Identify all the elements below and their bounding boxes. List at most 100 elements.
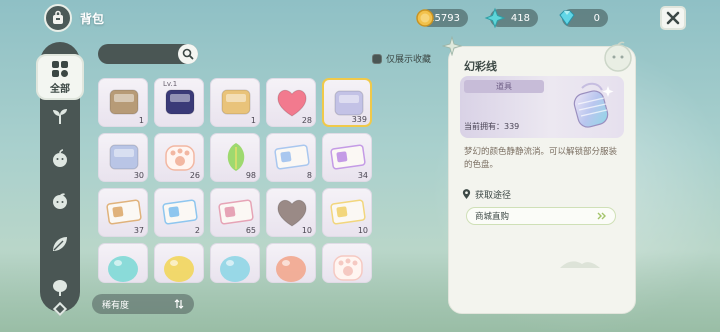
search-icon xyxy=(182,48,194,60)
sparkle-icon xyxy=(442,36,462,56)
location-pin-icon xyxy=(462,189,471,199)
starry-hat-icon xyxy=(165,89,195,115)
item-slot-starry-hat[interactable]: Lv.1 xyxy=(154,78,204,127)
item-count: 1 xyxy=(138,116,144,125)
favorites-checkbox[interactable] xyxy=(372,53,382,64)
item-slot-red-heart[interactable]: 28 xyxy=(266,78,316,127)
close-icon xyxy=(666,11,680,25)
gold-currency: 15793 xyxy=(416,9,468,27)
item-count: 1 xyxy=(250,116,256,125)
lemon-jelly-icon xyxy=(164,256,194,282)
sprout-icon xyxy=(53,109,67,124)
item-slot-yellow-ticket[interactable]: 10 xyxy=(322,188,372,237)
shop-purchase-button[interactable]: 商城直购 xyxy=(466,207,616,225)
search-button[interactable] xyxy=(178,44,198,64)
shop-purchase-label: 商城直购 xyxy=(475,212,510,222)
item-slot-paw-cushion[interactable]: 26 xyxy=(154,133,204,182)
hill-decoration-icon xyxy=(560,261,600,268)
backpack-icon xyxy=(44,4,72,32)
fruit-icon xyxy=(53,193,67,209)
yellow-ticket-icon xyxy=(330,199,366,225)
item-count: 65 xyxy=(245,226,256,235)
item-slot-peach-jelly[interactable] xyxy=(266,243,316,283)
item-name: 幻彩线 xyxy=(464,60,497,73)
rarity-label: 稀有度 xyxy=(102,300,130,311)
item-count: 37 xyxy=(133,226,144,235)
green-leaf-icon xyxy=(227,143,245,171)
item-count: 8 xyxy=(306,171,312,180)
diamond-icon xyxy=(559,10,575,26)
category-all-tab[interactable]: 全部 xyxy=(36,54,84,100)
item-slot-aqua-jelly[interactable] xyxy=(210,243,260,283)
item-level: Lv.1 xyxy=(163,80,178,88)
close-button[interactable] xyxy=(660,6,686,30)
item-slot-paw-pillow[interactable] xyxy=(322,243,372,283)
item-count: 2 xyxy=(194,226,200,235)
item-count: 30 xyxy=(133,171,144,180)
book-box-icon xyxy=(221,89,251,115)
item-count: 28 xyxy=(301,116,312,125)
item-slot-rainbow-yarn[interactable]: 339 xyxy=(322,78,372,127)
item-slot-doll-ticket[interactable]: 65 xyxy=(210,188,260,237)
item-preview: 道具 当前拥有：339 xyxy=(460,76,624,138)
favorites-label: 仅展示收藏 xyxy=(386,55,432,65)
item-slot-fence-board[interactable]: 1 xyxy=(98,78,148,127)
item-slot-female-card[interactable]: 34 xyxy=(322,133,372,182)
acquire-source-title: 获取途径 xyxy=(462,188,511,201)
heart-necklace-icon xyxy=(277,199,307,227)
sort-icon xyxy=(174,299,184,309)
category-leaf-tab[interactable] xyxy=(48,232,72,256)
item-slot-gift-letter[interactable]: 37 xyxy=(98,188,148,237)
item-count: 26 xyxy=(189,171,200,180)
item-slot-photo-card[interactable]: 2 xyxy=(154,188,204,237)
tree-icon xyxy=(53,280,67,296)
page-title: 背包 xyxy=(80,12,105,26)
owned-count: 当前拥有：339 xyxy=(464,122,520,131)
gift-letter-icon xyxy=(106,199,142,225)
spool-roll-icon xyxy=(109,144,139,170)
item-slot-green-leaf[interactable]: 98 xyxy=(210,133,260,182)
category-all-label: 全部 xyxy=(50,83,70,95)
fence-board-icon xyxy=(109,89,139,115)
star-shard-icon xyxy=(484,7,506,29)
item-slot-ticket-blue[interactable]: 8 xyxy=(266,133,316,182)
item-slot-spool-roll[interactable]: 30 xyxy=(98,133,148,182)
item-slot-book-box[interactable]: 1 xyxy=(210,78,260,127)
photo-card-icon xyxy=(162,199,198,225)
category-tree-tab[interactable] xyxy=(48,276,72,300)
item-count: 10 xyxy=(357,226,368,235)
apple-icon xyxy=(53,149,67,167)
category-sprout-tab[interactable] xyxy=(48,104,72,128)
item-count: 98 xyxy=(245,171,256,180)
item-count: 34 xyxy=(357,171,368,180)
favorites-only-toggle[interactable]: 仅展示收藏 xyxy=(372,52,431,65)
category-apple-tab[interactable] xyxy=(48,146,72,170)
rarity-sort-button[interactable]: 稀有度 xyxy=(92,294,194,314)
rainbow-yarn-icon xyxy=(573,82,614,128)
leaf-icon xyxy=(53,237,67,251)
grid-icon xyxy=(52,60,68,77)
paw-cushion-icon xyxy=(165,145,195,171)
item-type-tag: 道具 xyxy=(464,80,544,93)
acquire-source-label: 获取途径 xyxy=(475,191,512,201)
item-slot-mint-jelly[interactable] xyxy=(98,243,148,283)
red-heart-icon xyxy=(277,89,307,117)
paw-pillow-icon xyxy=(333,255,363,281)
mint-jelly-icon xyxy=(108,256,138,282)
diamond-currency: 0 xyxy=(559,9,608,27)
diamond-amount: 0 xyxy=(593,12,600,24)
double-chevron-right-icon xyxy=(597,212,606,220)
item-slot-lemon-jelly[interactable] xyxy=(154,243,204,283)
ticket-blue-icon xyxy=(274,144,310,170)
gold-coin-icon xyxy=(416,9,434,27)
item-grid: 1 Lv.1 1 28 339 30 26 98 8 34 37 2 65 10 10 xyxy=(96,78,378,288)
item-count: 339 xyxy=(351,115,367,124)
female-card-icon xyxy=(330,144,366,170)
peach-jelly-icon xyxy=(276,256,306,282)
star-shard-currency: 418 xyxy=(484,7,538,29)
star-shard-amount: 418 xyxy=(510,12,530,24)
item-slot-heart-necklace[interactable]: 10 xyxy=(266,188,316,237)
category-fruit-tab[interactable] xyxy=(48,188,72,212)
doll-ticket-icon xyxy=(218,199,254,225)
item-count: 10 xyxy=(301,226,312,235)
